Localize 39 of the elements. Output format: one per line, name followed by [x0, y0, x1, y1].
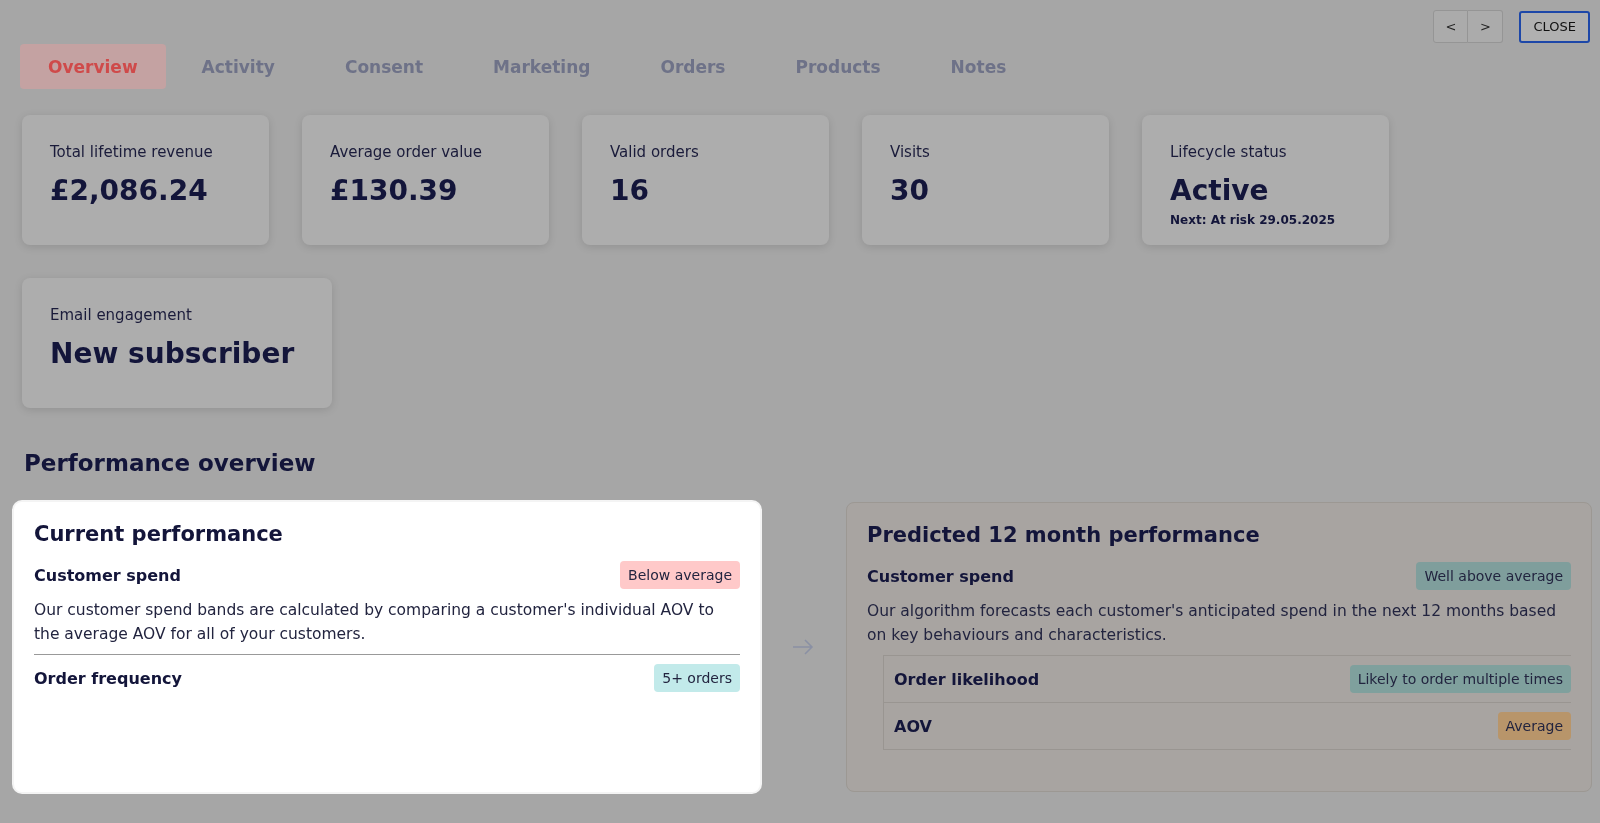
section-label: Customer spend — [34, 565, 181, 585]
section-description: Our algorithm forecasts each customer's anticipated spend in the next 12 months based on key behaviours and characteristics. — [867, 601, 1558, 646]
stat-label: Valid orders — [610, 143, 700, 161]
status-tag: Likely to order multiple times — [1349, 665, 1571, 693]
tab[interactable]: Notes — [922, 44, 1035, 89]
stat-label: Email engagement — [50, 306, 193, 324]
tab[interactable]: Marketing — [465, 44, 619, 89]
status-tag: Average — [1497, 712, 1571, 740]
stat-value: Active — [1170, 173, 1270, 209]
section-label: Order frequency — [34, 668, 182, 688]
stat-value: 16 — [610, 173, 650, 209]
status-tag: 5+ orders — [654, 664, 740, 692]
stat-value: New subscriber — [50, 336, 296, 372]
panel-title: Current performance — [34, 522, 284, 546]
section-description: Our customer spend bands are calculated by comparing a customer's individual AOV to the average AOV for all of your customers. — [34, 600, 715, 645]
next-button[interactable]: > — [1468, 10, 1504, 43]
section-label: Order likelihood — [894, 669, 1040, 689]
tab[interactable]: Consent — [316, 44, 452, 89]
tab[interactable]: Products — [767, 44, 909, 89]
section-title: Performance overview — [24, 450, 317, 476]
tab[interactable]: Orders — [632, 44, 754, 89]
stat-note: Next: At risk 29.05.2025 — [1170, 213, 1337, 227]
status-tag: Well above average — [1416, 562, 1571, 590]
stat-label: Visits — [890, 143, 931, 161]
stat-value: £2,086.24 — [50, 173, 209, 209]
stat-label: Total lifetime revenue — [50, 143, 214, 161]
arrow-icon — [792, 639, 814, 655]
stat-label: Lifecycle status — [1170, 143, 1288, 161]
stat-label: Average order value — [330, 143, 484, 161]
stat-value: £130.39 — [330, 173, 459, 209]
status-tag: Below average — [620, 561, 740, 589]
tab[interactable]: Overview — [20, 44, 166, 89]
tab[interactable]: Activity — [173, 44, 303, 89]
section-label: AOV — [894, 716, 932, 736]
close-button[interactable]: CLOSE — [1519, 10, 1590, 43]
stat-value: 30 — [890, 173, 930, 209]
panel-title: Predicted 12 month performance — [867, 523, 1261, 547]
previous-button[interactable]: < — [1433, 10, 1469, 43]
section-label: Customer spend — [867, 566, 1014, 586]
